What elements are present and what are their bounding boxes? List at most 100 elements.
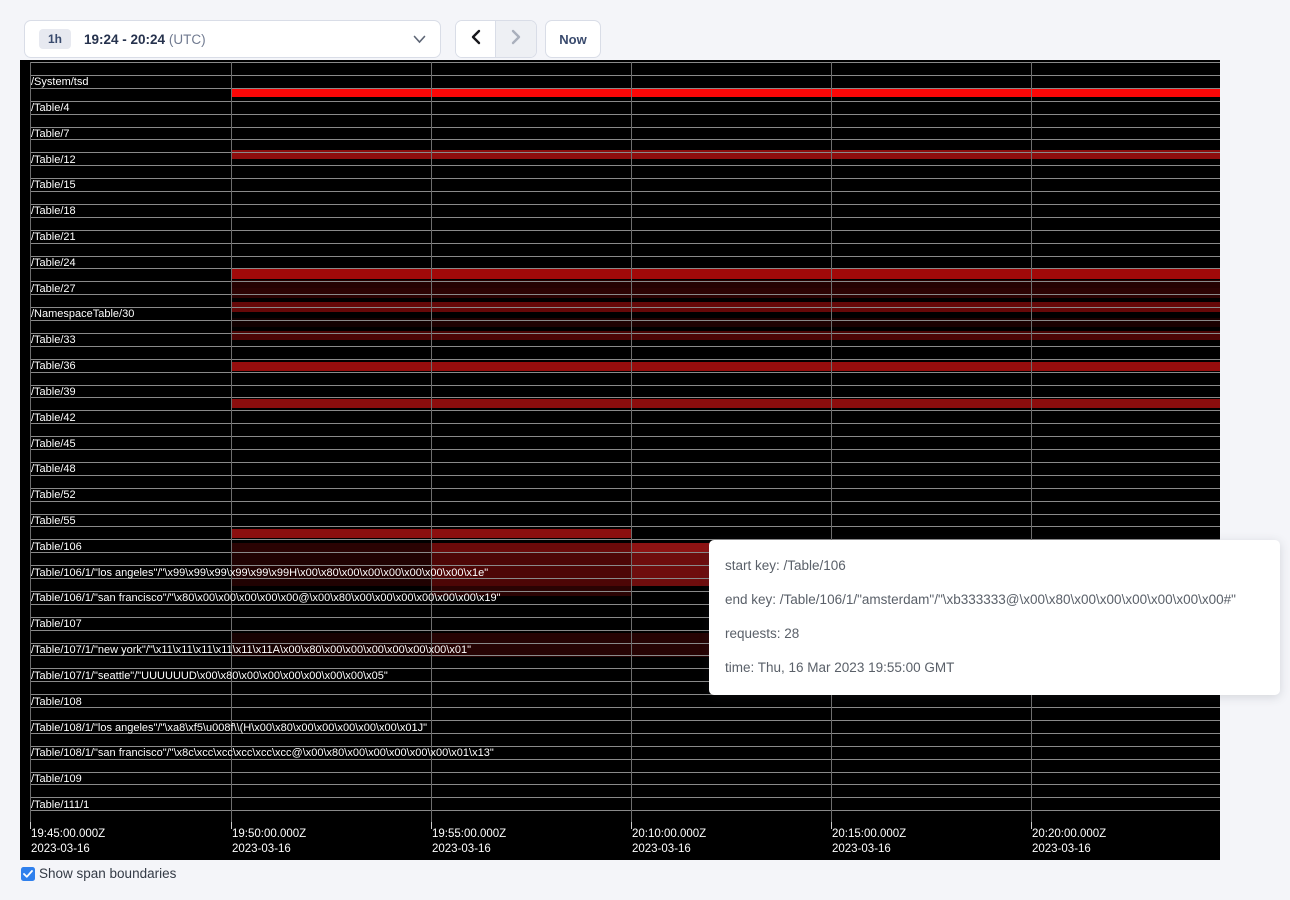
heat-band xyxy=(231,288,431,298)
span-boundary-line xyxy=(30,707,1220,708)
span-boundary-line xyxy=(30,127,1220,128)
span-boundary-line xyxy=(30,449,1220,450)
span-boundary-line xyxy=(30,307,1220,308)
span-boundary-line xyxy=(30,256,1220,257)
span-label: /Table/106 xyxy=(31,541,82,554)
span-boundary-line xyxy=(30,346,1220,347)
span-boundary-line xyxy=(30,217,1220,218)
heat-band xyxy=(831,269,1031,279)
time-nav-group xyxy=(455,20,537,58)
previous-interval-button[interactable] xyxy=(456,21,496,57)
tooltip-time: time: Thu, 16 Mar 2023 19:55:00 GMT xyxy=(725,659,1264,676)
span-boundary-line xyxy=(30,526,1220,527)
span-label: /Table/15 xyxy=(31,179,76,192)
time-grid-line xyxy=(631,62,632,822)
span-boundary-line xyxy=(30,333,1220,334)
span-boundary-line xyxy=(30,772,1220,773)
span-label: /Table/107/1/"new york"/"\x11\x11\x11\x1… xyxy=(31,644,471,657)
span-label: /Table/24 xyxy=(31,257,76,270)
span-label: /Table/48 xyxy=(31,463,76,476)
heat-band xyxy=(631,269,831,279)
span-boundary-line xyxy=(30,152,1220,153)
heat-band xyxy=(231,88,431,97)
tooltip-start-key: start key: /Table/106 xyxy=(725,557,1264,574)
chevron-left-icon xyxy=(470,29,481,50)
span-label: /System/tsd xyxy=(31,76,88,89)
time-range-zone: (UTC) xyxy=(169,32,206,47)
span-label: /Table/18 xyxy=(31,205,76,218)
tooltip-end-key: end key: /Table/106/1/"amsterdam"/"\xb33… xyxy=(725,591,1264,608)
heat-band xyxy=(831,362,1031,371)
next-interval-button[interactable] xyxy=(496,21,536,57)
key-visualizer[interactable]: /System/tsd/Table/4/Table/7/Table/12/Tab… xyxy=(20,60,1220,860)
heat-band xyxy=(431,269,631,279)
time-range-preset-badge: 1h xyxy=(39,29,71,49)
time-range-picker[interactable]: 1h 19:24 - 20:24 (UTC) xyxy=(24,20,441,58)
axis-date-label: 2023-03-16 xyxy=(1032,843,1091,856)
span-boundary-line xyxy=(30,139,1220,140)
span-boundary-line xyxy=(30,501,1220,502)
time-grid-line xyxy=(231,62,232,822)
span-boundary-line xyxy=(30,784,1220,785)
span-tooltip: start key: /Table/106 end key: /Table/10… xyxy=(709,540,1280,695)
axis-time-label: 19:55:00.000Z xyxy=(432,828,506,841)
span-boundary-line xyxy=(30,165,1220,166)
span-boundary-line xyxy=(30,88,1220,89)
span-label: /Table/111/1 xyxy=(31,799,89,812)
span-label: /Table/107 xyxy=(31,618,82,631)
time-grid-line xyxy=(1031,62,1032,822)
span-label: /Table/52 xyxy=(31,489,76,502)
span-label: /Table/27 xyxy=(31,283,76,296)
heat-band xyxy=(631,288,831,298)
time-grid-line xyxy=(831,62,832,822)
now-button[interactable]: Now xyxy=(545,20,601,58)
span-boundary-line xyxy=(30,320,1220,321)
span-label: /Table/109 xyxy=(31,773,82,786)
heat-band xyxy=(231,362,431,371)
heat-band xyxy=(231,399,431,408)
heat-band xyxy=(1031,399,1220,408)
heat-band xyxy=(1031,269,1220,279)
span-label: /Table/108 xyxy=(31,696,82,709)
span-boundary-line xyxy=(30,797,1220,798)
span-boundary-line xyxy=(30,488,1220,489)
axis-time-label: 19:45:00.000Z xyxy=(31,828,105,841)
heat-band xyxy=(431,399,631,408)
heat-band xyxy=(831,88,1031,97)
axis-date-label: 2023-03-16 xyxy=(432,843,491,856)
axis-time-label: 20:20:00.000Z xyxy=(1032,828,1106,841)
axis-date-label: 2023-03-16 xyxy=(632,843,691,856)
span-label: /Table/36 xyxy=(31,360,76,373)
heat-band xyxy=(431,362,631,371)
span-label: /Table/21 xyxy=(31,231,76,244)
heat-band xyxy=(231,269,431,279)
span-label: /Table/42 xyxy=(31,412,76,425)
span-label: /Table/106/1/"los angeles"/"\x99\x99\x99… xyxy=(31,567,488,580)
heat-band xyxy=(1031,362,1220,371)
span-label: /Table/39 xyxy=(31,386,76,399)
span-boundary-line xyxy=(30,75,1220,76)
heat-band xyxy=(631,399,831,408)
heat-band xyxy=(431,288,631,298)
span-label: /Table/55 xyxy=(31,515,76,528)
show-span-boundaries-label: Show span boundaries xyxy=(39,866,176,881)
key-visualizer-page: { "toolbar": { "range_badge": "1h", "ran… xyxy=(0,0,1290,900)
span-boundary-line xyxy=(30,462,1220,463)
span-boundary-line xyxy=(30,385,1220,386)
span-label: /Table/108/1/"los angeles"/"\xa8\xf5\u00… xyxy=(31,722,427,735)
span-boundary-line xyxy=(30,101,1220,102)
span-boundary-line xyxy=(30,204,1220,205)
heat-band xyxy=(1031,88,1220,97)
axis-time-label: 20:10:00.000Z xyxy=(632,828,706,841)
span-boundary-line xyxy=(30,475,1220,476)
heat-band xyxy=(831,399,1031,408)
chevron-right-icon xyxy=(511,29,522,50)
span-boundary-line xyxy=(30,359,1220,360)
show-span-boundaries-checkbox[interactable] xyxy=(21,867,35,881)
span-label: /Table/4 xyxy=(31,102,70,115)
span-label: /Table/45 xyxy=(31,438,76,451)
span-label: /Table/108/1/"san francisco"/"\x8c\xcc\x… xyxy=(31,747,494,760)
span-label: /Table/107/1/"seattle"/"UUUUUUD\x00\x80\… xyxy=(31,670,388,683)
heat-band xyxy=(1031,288,1220,298)
time-grid-line xyxy=(431,62,432,822)
